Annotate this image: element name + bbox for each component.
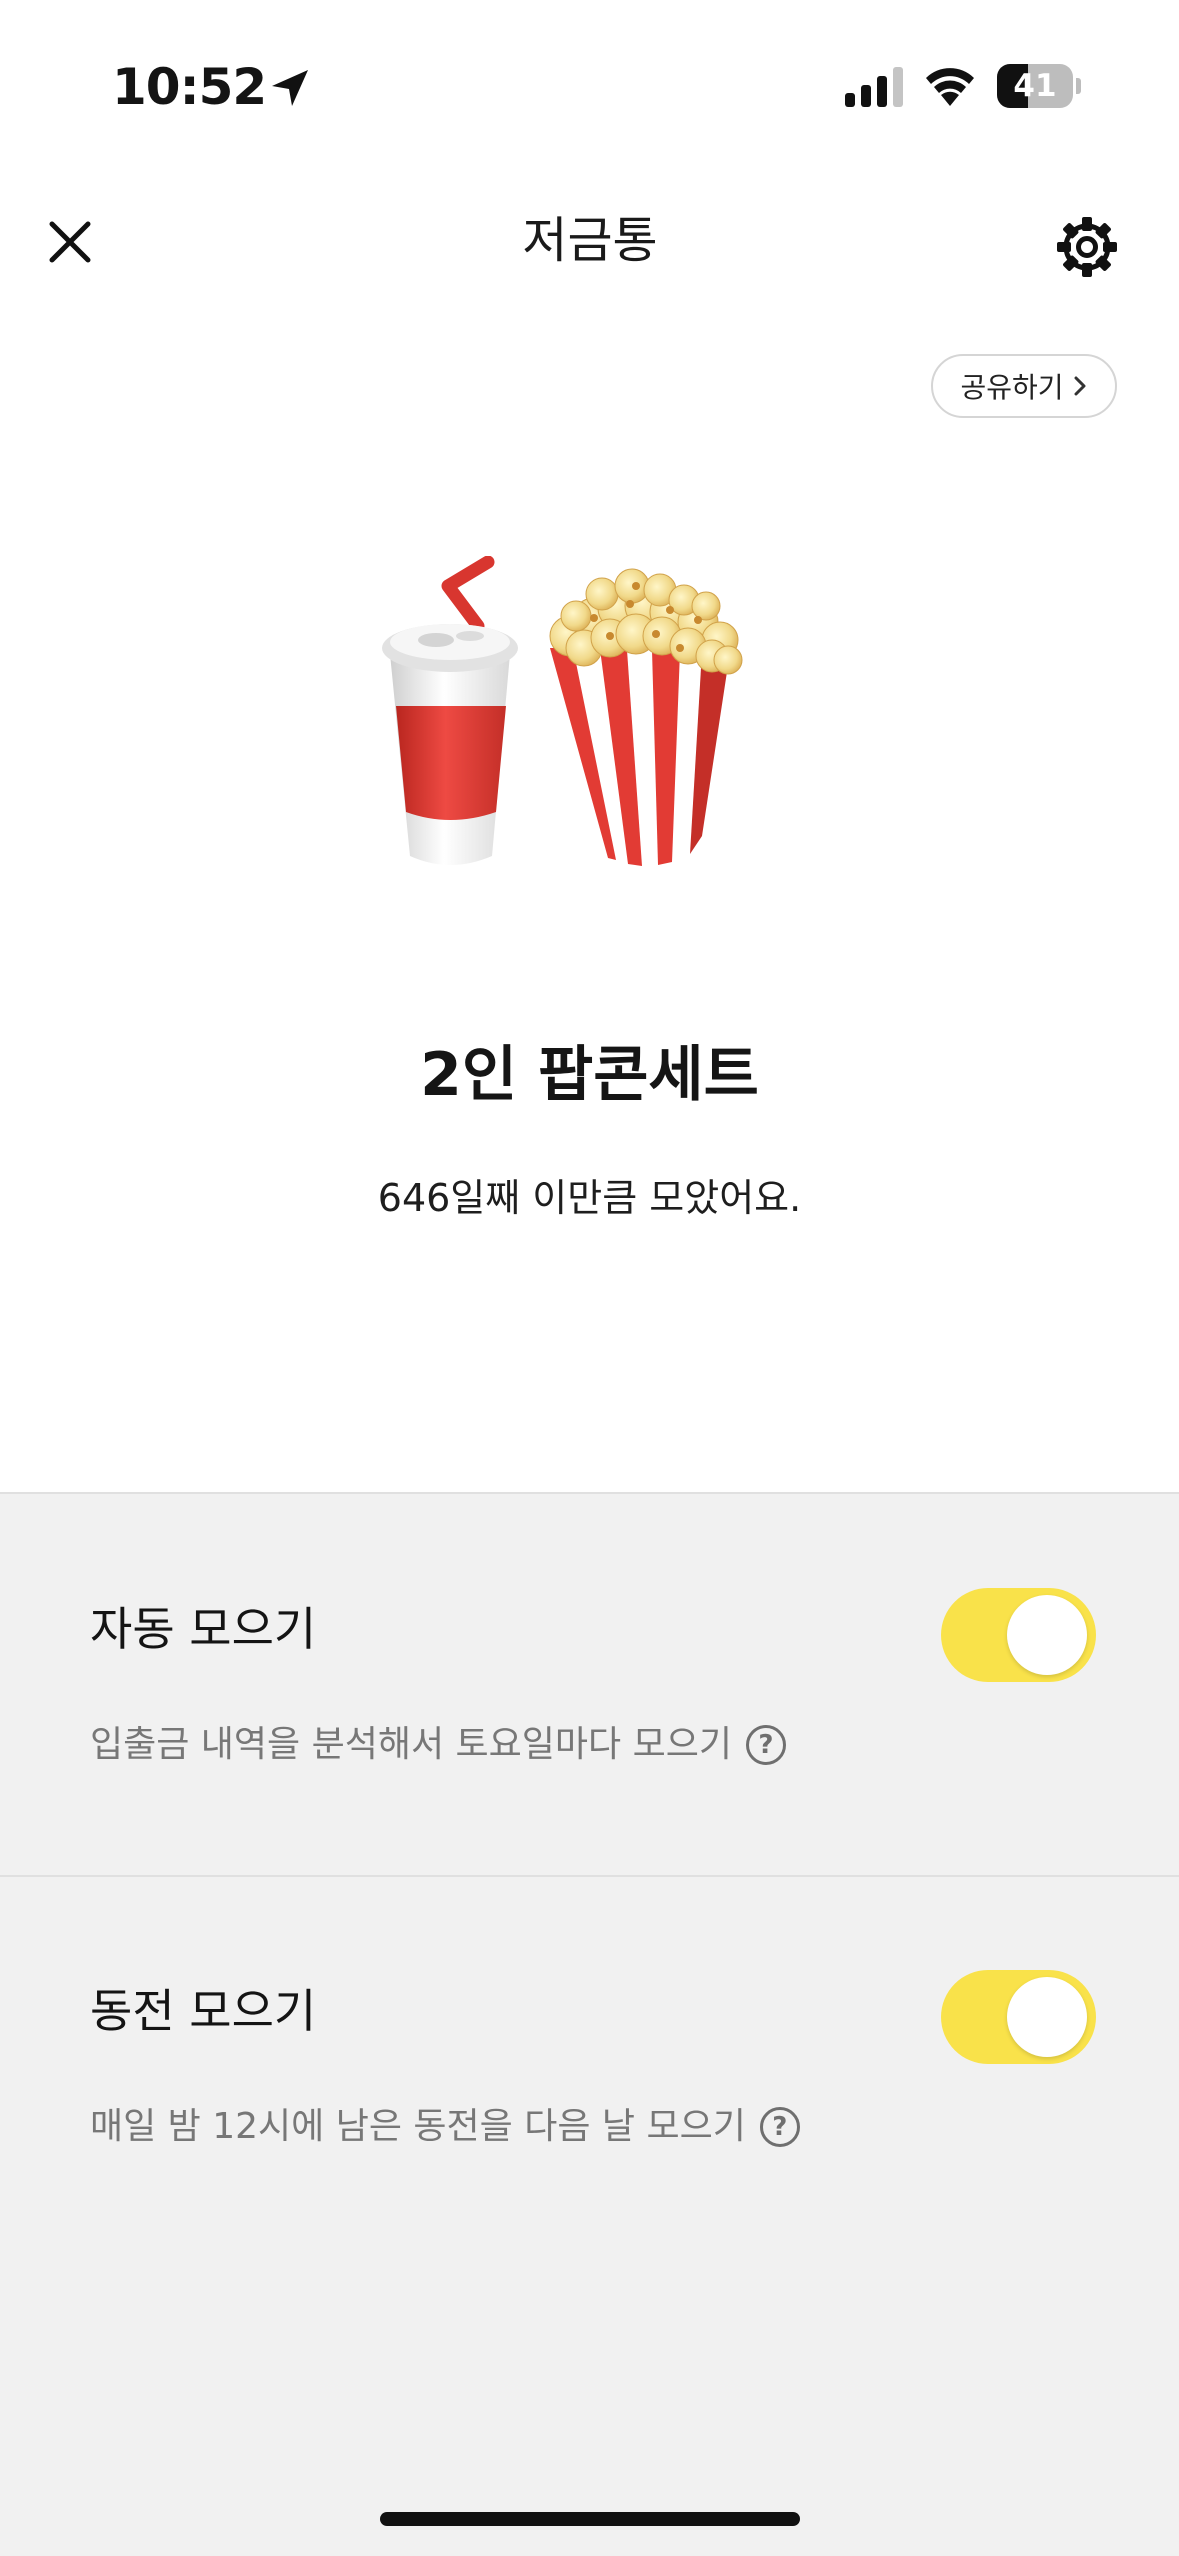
goal-title: 2인 팝콘세트 bbox=[420, 1040, 759, 1110]
gear-icon bbox=[1057, 217, 1117, 277]
coin-save-toggle[interactable] bbox=[941, 1970, 1096, 2064]
battery-level: 41 bbox=[1013, 68, 1057, 104]
home-indicator bbox=[380, 2512, 800, 2526]
goal-description: 646일째 이만큼 모았어요. bbox=[377, 1176, 802, 1220]
main-panel: 10:52 41 저금통 공유하기 2인 팝콘세트 646일째 이만큼 모았어요… bbox=[0, 0, 1179, 2147]
page-title: 저금통 bbox=[522, 212, 658, 269]
popcorn-soda-illustration bbox=[382, 556, 743, 866]
coin-save-description: 매일 밤 12시에 남은 동전을 다음 날 모으기 ? bbox=[90, 2101, 800, 2153]
close-icon bbox=[49, 221, 91, 263]
share-button[interactable]: 공유하기 bbox=[931, 354, 1117, 418]
help-icon[interactable]: ? bbox=[745, 1725, 786, 1765]
toggle-knob bbox=[1007, 1977, 1087, 2057]
auto-save-description: 입출금 내역을 분석해서 토요일마다 모으기 ? bbox=[90, 1719, 786, 1771]
battery-icon: 41 bbox=[997, 64, 1081, 108]
settings-button[interactable] bbox=[1050, 210, 1124, 284]
divider bbox=[0, 1875, 1179, 1877]
close-button[interactable] bbox=[40, 212, 100, 272]
toggle-knob bbox=[1007, 1595, 1087, 1675]
battery-tip bbox=[1076, 78, 1081, 94]
battery-body: 41 bbox=[997, 64, 1073, 108]
wifi-icon bbox=[926, 68, 974, 106]
share-button-label: 공유하기 bbox=[960, 371, 1064, 404]
cellular-signal-icon bbox=[845, 67, 903, 107]
chevron-right-icon bbox=[1074, 376, 1086, 396]
auto-save-description-text: 입출금 내역을 분석해서 토요일마다 모으기 bbox=[90, 1724, 732, 1765]
coin-save-description-text: 매일 밤 12시에 남은 동전을 다음 날 모으기 bbox=[90, 2106, 746, 2147]
status-time: 10:52 bbox=[112, 58, 267, 116]
auto-save-title: 자동 모으기 bbox=[90, 1602, 317, 1656]
auto-save-toggle[interactable] bbox=[941, 1588, 1096, 1682]
help-icon[interactable]: ? bbox=[759, 2107, 800, 2147]
coin-save-title: 동전 모으기 bbox=[90, 1984, 317, 2038]
divider bbox=[0, 1492, 1179, 1494]
location-arrow-icon bbox=[272, 70, 308, 106]
